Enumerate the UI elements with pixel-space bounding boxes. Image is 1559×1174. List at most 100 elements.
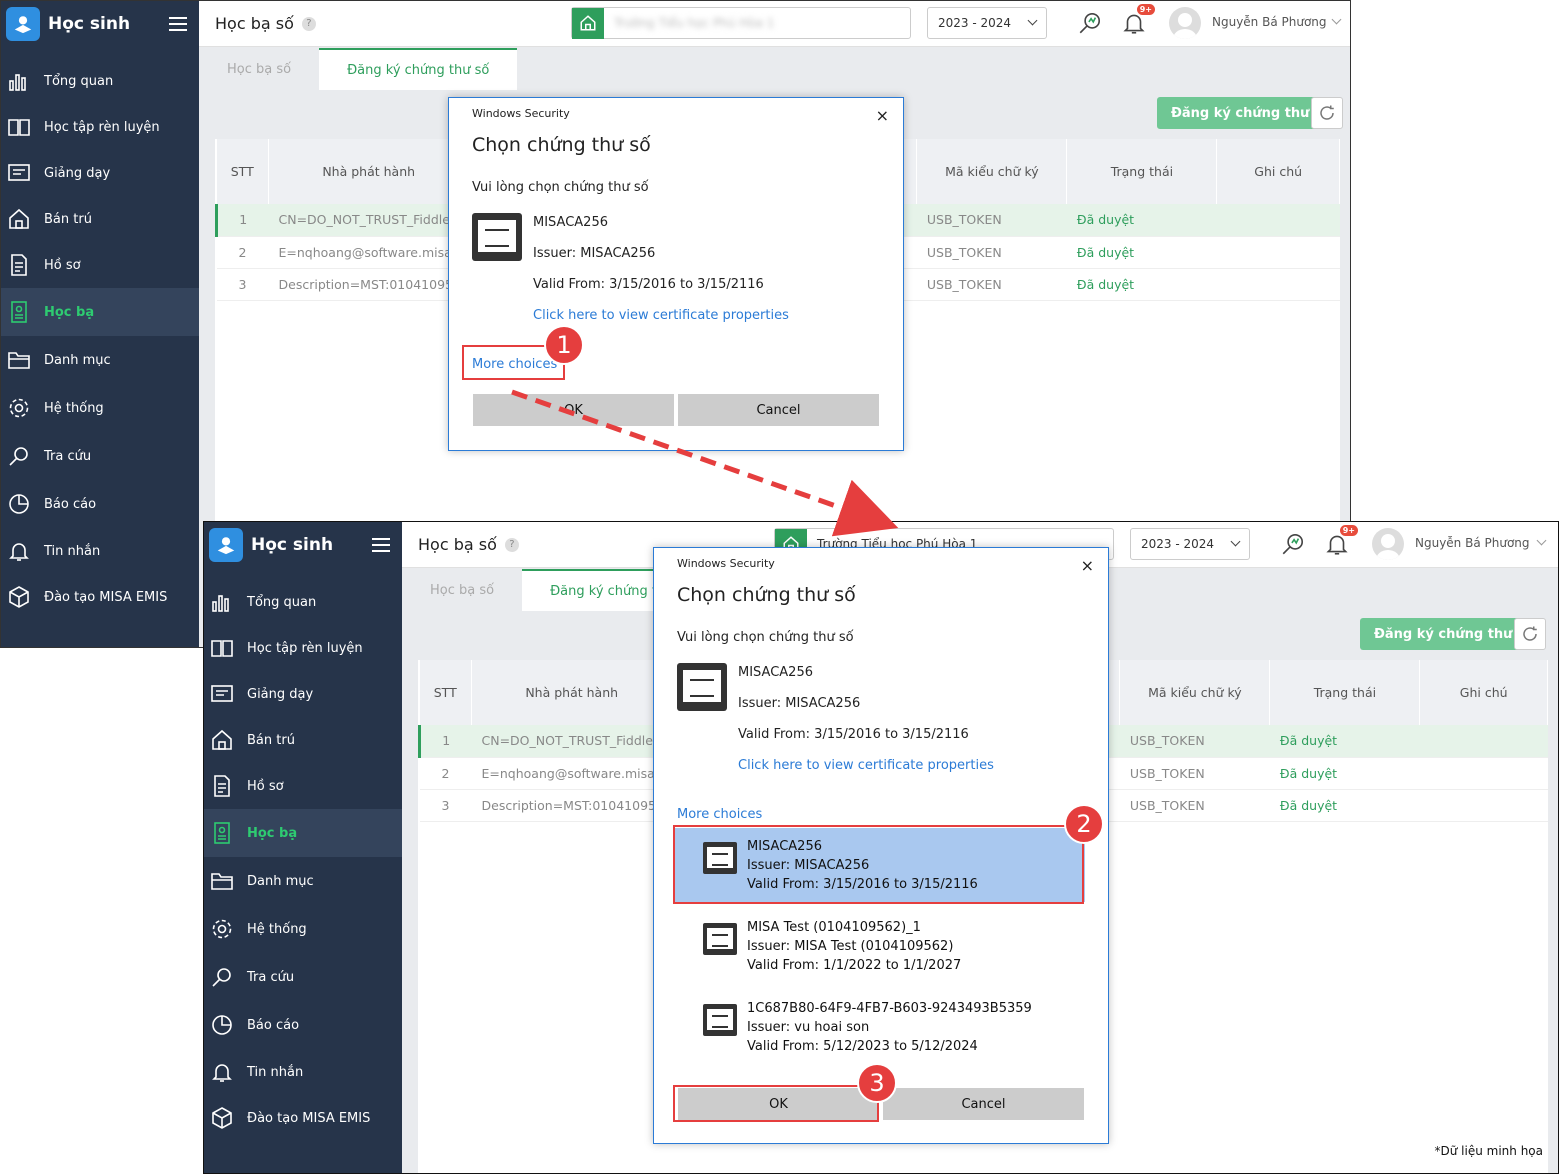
refresh-icon[interactable] — [1311, 97, 1343, 129]
user-name[interactable]: Nguyễn Bá Phương — [1212, 15, 1327, 29]
sidebar-item-dao-tao[interactable]: Đào tạo MISA EMIS — [204, 1095, 402, 1141]
sidebar-item-label: Báo cáo — [44, 496, 97, 512]
sidebar-item-hoc-tap[interactable]: Học tập rèn luyện — [204, 625, 402, 671]
refresh-icon[interactable] — [1514, 618, 1546, 650]
col-note: Ghi chú — [1216, 139, 1340, 204]
col-issuer: Nhà phát hành — [268, 139, 470, 204]
sidebar-item-hoc-ba[interactable]: Học bạ — [204, 809, 402, 857]
sidebar-item-tin-nhan[interactable]: Tin nhắn — [204, 1049, 402, 1095]
school-selector[interactable]: Trường Tiểu học Phú Hòa 1 — [571, 7, 911, 39]
sidebar-item-ho-so[interactable]: Hồ sơ — [1, 242, 199, 288]
cancel-button[interactable]: Cancel — [883, 1088, 1084, 1120]
sidebar-header: Học sinh — [1, 1, 199, 46]
sidebar-item-hoc-tap[interactable]: Học tập rèn luyện — [1, 104, 199, 150]
sidebar-item-tra-cuu[interactable]: Tra cứu — [204, 953, 402, 1001]
notification-bell-icon[interactable]: 9+ — [1324, 525, 1358, 557]
cell-status: Đã duyệt — [1066, 268, 1217, 301]
close-icon[interactable]: × — [876, 106, 889, 125]
bell-icon — [5, 538, 32, 565]
notification-bell-icon[interactable]: 9+ — [1121, 4, 1155, 36]
sidebar-item-he-thong[interactable]: Hệ thống — [204, 905, 402, 953]
close-icon[interactable]: × — [1081, 556, 1094, 575]
step-marker-1: 1 — [544, 325, 584, 365]
cancel-button[interactable]: Cancel — [678, 394, 879, 426]
certificate-icon — [677, 663, 727, 711]
view-certificate-link[interactable]: Click here to view certificate propertie… — [533, 308, 789, 323]
step-marker-2: 2 — [1064, 804, 1104, 844]
user-menu-chevron-icon[interactable] — [1331, 14, 1342, 25]
app-logo-icon[interactable] — [209, 527, 243, 562]
app-logo-icon[interactable] — [6, 6, 40, 41]
cell-stt: 1 — [418, 725, 472, 758]
search-tool-icon[interactable] — [1077, 10, 1103, 36]
sidebar-nav: Tổng quan Học tập rèn luyện Giảng dạy Bá… — [1, 58, 199, 620]
tab-dang-ky-chung-thu[interactable]: Đăng ký chứng thư số — [319, 48, 518, 90]
menu-toggle-icon[interactable] — [372, 537, 390, 552]
sidebar-item-tong-quan[interactable]: Tổng quan — [204, 579, 402, 625]
school-year-select[interactable]: 2023 - 2024 — [927, 7, 1047, 39]
cell-note — [1419, 725, 1548, 758]
chart-icon — [5, 68, 32, 95]
user-name[interactable]: Nguyễn Bá Phương — [1415, 536, 1530, 550]
cert-name: MISACA256 — [533, 215, 608, 230]
page-title: Học bạ số — [418, 535, 497, 554]
col-note: Ghi chú — [1419, 660, 1548, 725]
help-icon[interactable]: ? — [504, 537, 519, 552]
sidebar-item-bao-cao[interactable]: Báo cáo — [1, 480, 199, 528]
dialog-title: Chọn chứng thư số — [677, 584, 856, 606]
sidebar-item-bao-cao[interactable]: Báo cáo — [204, 1001, 402, 1049]
certificate-choice[interactable]: MISA Test (0104109562)_1 Issuer: MISA Te… — [675, 909, 1085, 983]
help-icon[interactable]: ? — [301, 16, 316, 31]
sidebar-item-tong-quan[interactable]: Tổng quan — [1, 58, 199, 104]
sidebar-item-tra-cuu[interactable]: Tra cứu — [1, 432, 199, 480]
menu-toggle-icon[interactable] — [169, 16, 187, 31]
certificate-choice[interactable]: 1C687B80-64F9-4FB7-B603-9243493B5359 Iss… — [675, 990, 1085, 1064]
tab-hoc-ba-so[interactable]: Học bạ số — [402, 569, 522, 611]
sidebar-item-ban-tru[interactable]: Bán trú — [204, 717, 402, 763]
school-year-select[interactable]: 2023 - 2024 — [1130, 528, 1250, 560]
more-choices-link[interactable]: More choices — [677, 807, 762, 822]
cell-issuer: CN=DO_NOT_TRUST_Fiddler — [268, 204, 469, 237]
sidebar-item-label: Hồ sơ — [44, 257, 81, 273]
sidebar-item-label: Học bạ — [44, 304, 95, 320]
sidebar-item-he-thong[interactable]: Hệ thống — [1, 384, 199, 432]
choice-name: 1C687B80-64F9-4FB7-B603-9243493B5359 — [747, 1001, 1032, 1016]
sidebar-nav: Tổng quan Học tập rèn luyện Giảng dạy Bá… — [204, 579, 402, 1141]
cell-status: Đã duyệt — [1269, 789, 1420, 822]
register-certificate-button[interactable]: Đăng ký chứng thư — [1157, 97, 1324, 129]
user-menu-chevron-icon[interactable] — [1536, 535, 1547, 546]
cell-issuer: E=nqhoang@software.misa.c — [471, 757, 672, 790]
app-title: Học sinh — [48, 13, 131, 34]
sidebar-item-giang-day[interactable]: Giảng dạy — [1, 150, 199, 196]
view-certificate-link[interactable]: Click here to view certificate propertie… — [738, 758, 994, 773]
avatar[interactable] — [1372, 528, 1404, 560]
tab-bar: Học bạ số Đăng ký chứng thư số — [199, 48, 1350, 90]
tab-hoc-ba-so[interactable]: Học bạ số — [199, 48, 319, 90]
sidebar-item-ban-tru[interactable]: Bán trú — [1, 196, 199, 242]
highlight-ok-button — [673, 1085, 879, 1122]
sidebar-item-label: Tra cứu — [247, 969, 295, 985]
cert-valid: Valid From: 3/15/2016 to 3/15/2116 — [533, 277, 764, 292]
sidebar-item-ho-so[interactable]: Hồ sơ — [204, 763, 402, 809]
sidebar-item-giang-day[interactable]: Giảng dạy — [204, 671, 402, 717]
sidebar-item-label: Hệ thống — [247, 921, 307, 937]
illustration-note: *Dữ liệu minh họa — [1434, 1144, 1543, 1158]
col-issuer: Nhà phát hành — [471, 660, 673, 725]
sidebar-item-tin-nhan[interactable]: Tin nhắn — [1, 528, 199, 574]
choice-issuer: Issuer: MISA Test (0104109562) — [747, 939, 954, 954]
notification-badge: 9+ — [1136, 4, 1155, 15]
sidebar-item-label: Học tập rèn luyện — [247, 640, 363, 656]
certificate-icon — [472, 213, 522, 261]
sidebar-item-danh-muc[interactable]: Danh mục — [204, 857, 402, 905]
certificate-icon — [703, 1004, 737, 1036]
cell-sigtype: USB_TOKEN — [916, 236, 1067, 269]
ok-button[interactable]: OK — [473, 394, 674, 426]
cell-note — [1419, 757, 1548, 790]
search-tool-icon[interactable] — [1280, 531, 1306, 557]
sidebar-item-hoc-ba[interactable]: Học bạ — [1, 288, 199, 336]
cell-sigtype: USB_TOKEN — [1119, 789, 1270, 822]
sidebar-item-dao-tao[interactable]: Đào tạo MISA EMIS — [1, 574, 199, 620]
register-certificate-button[interactable]: Đăng ký chứng thư — [1360, 618, 1527, 650]
sidebar-item-danh-muc[interactable]: Danh mục — [1, 336, 199, 384]
avatar[interactable] — [1169, 7, 1201, 39]
